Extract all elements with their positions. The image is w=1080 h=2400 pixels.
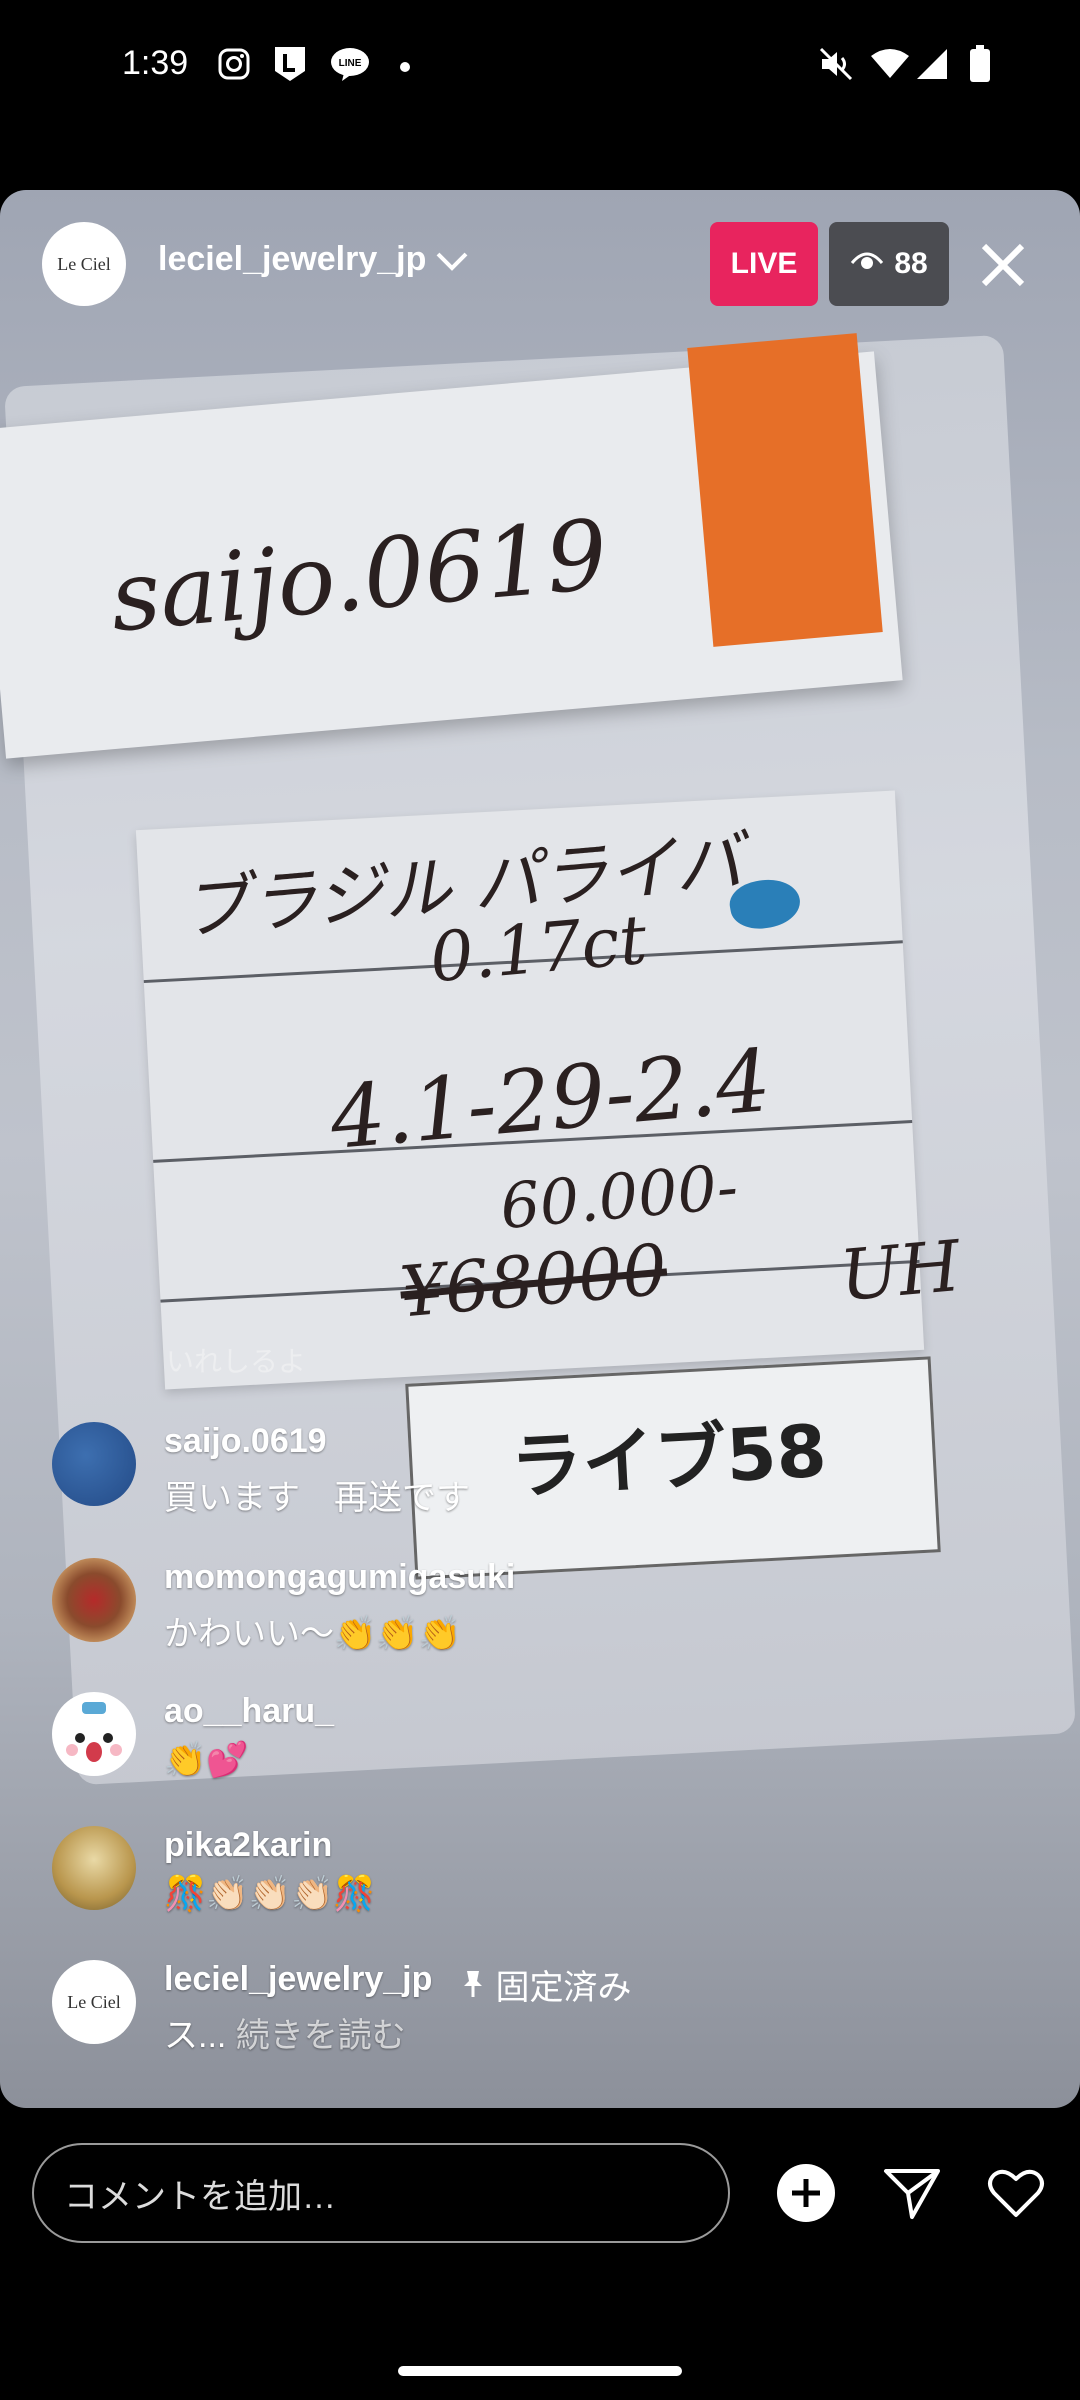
avatar[interactable] bbox=[52, 1692, 136, 1776]
comment-text: 買います 再送です bbox=[164, 1479, 470, 1517]
avatar[interactable] bbox=[52, 1558, 136, 1642]
comment-text: ス... bbox=[164, 2017, 227, 2055]
faded-comment: いれしるよ bbox=[166, 1346, 307, 1377]
line-chat-icon: LINE bbox=[330, 44, 370, 84]
avatar[interactable]: Le Ciel bbox=[52, 1960, 136, 2044]
pinned-comment[interactable]: Le Ciel leciel_jewelry_jp 固定済み ス... 続きを読… bbox=[52, 1960, 952, 2060]
read-more-link[interactable]: 続きを読む bbox=[236, 2017, 406, 2055]
comment-text: 👏💕 bbox=[164, 1741, 249, 1779]
pinned-label: 固定済み bbox=[460, 1960, 631, 2009]
close-icon[interactable] bbox=[978, 240, 1028, 290]
live-video[interactable]: saijo.0619 ブラジル パライバ 0.17ct 4.1-29-2.4 6… bbox=[0, 190, 1080, 2108]
signal-icon bbox=[912, 44, 952, 84]
live-badge: LIVE bbox=[710, 222, 818, 306]
comment-text: かわいい〜👏👏👏 bbox=[164, 1615, 462, 1653]
line-l-icon bbox=[270, 44, 310, 84]
viewer-count-badge[interactable]: 88 bbox=[829, 222, 949, 306]
comment-username[interactable]: leciel_jewelry_jp bbox=[164, 1960, 432, 1999]
wifi-icon bbox=[870, 44, 910, 84]
battery-icon bbox=[960, 44, 1000, 84]
dot-icon bbox=[400, 62, 410, 72]
video-orange-tag bbox=[687, 333, 883, 647]
comment-username[interactable]: momongagumigasuki bbox=[164, 1558, 515, 1597]
comment-item[interactable]: pika2karin 🎊👏🏻👏🏻👏🏻🎊 bbox=[52, 1826, 952, 1926]
comment-text: 🎊👏🏻👏🏻👏🏻🎊 bbox=[164, 1875, 376, 1913]
host-username[interactable]: leciel_jewelry_jp bbox=[158, 240, 426, 279]
comment-username[interactable]: saijo.0619 bbox=[164, 1422, 327, 1461]
comment-username[interactable]: pika2karin bbox=[164, 1826, 332, 1865]
chevron-down-icon[interactable] bbox=[432, 248, 472, 281]
mute-icon bbox=[816, 44, 856, 84]
comment-item[interactable]: ao__haru_ 👏💕 bbox=[52, 1692, 952, 1792]
viewer-count: 88 bbox=[894, 247, 928, 280]
pin-icon bbox=[460, 1969, 495, 2007]
comment-item[interactable]: momongagumigasuki かわいい〜👏👏👏 bbox=[52, 1558, 952, 1658]
home-indicator[interactable] bbox=[398, 2366, 682, 2376]
add-icon[interactable] bbox=[776, 2163, 836, 2223]
status-bar: 1:39 LINE bbox=[0, 0, 1080, 130]
avatar[interactable] bbox=[52, 1826, 136, 1910]
comment-username[interactable]: ao__haru_ bbox=[164, 1692, 334, 1731]
avatar[interactable] bbox=[52, 1422, 136, 1506]
avatar[interactable]: Le Ciel bbox=[42, 222, 126, 306]
eye-icon bbox=[850, 247, 884, 281]
status-time: 1:39 bbox=[122, 44, 189, 82]
comment-item[interactable]: saijo.0619 買います 再送です bbox=[52, 1422, 952, 1522]
instagram-icon bbox=[214, 44, 254, 84]
send-icon[interactable] bbox=[882, 2163, 942, 2223]
comment-input[interactable]: コメントを追加… bbox=[32, 2143, 730, 2243]
svg-text:LINE: LINE bbox=[339, 58, 362, 69]
heart-icon[interactable] bbox=[986, 2163, 1046, 2223]
video-text-line6: UH bbox=[836, 1224, 964, 1318]
